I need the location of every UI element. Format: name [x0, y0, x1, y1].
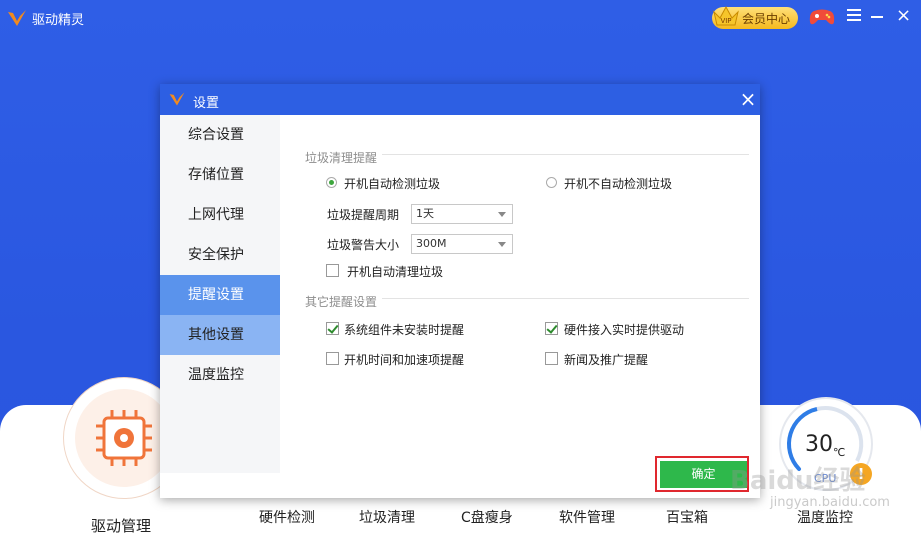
section-divider — [382, 154, 749, 155]
sidebar-item-storage[interactable]: 存储位置 — [160, 155, 280, 195]
nav-c-drive-slim[interactable]: C盘瘦身 — [461, 507, 513, 527]
checkbox-boot-time-label[interactable]: 开机时间和加速项提醒 — [344, 351, 464, 368]
period-select-value: 1天 — [416, 207, 434, 220]
sidebar-item-security[interactable]: 安全保护 — [160, 235, 280, 275]
radio-no-auto-detect[interactable] — [546, 177, 557, 188]
checkbox-auto-clean-label[interactable]: 开机自动清理垃圾 — [347, 263, 443, 280]
junk-section-title: 垃圾清理提醒 — [305, 151, 378, 165]
nav-driver-manage[interactable]: 驱动管理 — [91, 515, 151, 536]
chevron-down-icon — [498, 212, 506, 217]
watermark: Baidu经验 — [730, 466, 866, 496]
dialog-title: 设置 — [193, 96, 220, 111]
checkbox-hardware-driver-label[interactable]: 硬件接入实时提供驱动 — [564, 321, 684, 338]
radio-auto-detect[interactable] — [326, 177, 337, 188]
dialog-close-icon[interactable]: × — [739, 89, 757, 109]
settings-sidebar: 综合设置 存储位置 上网代理 安全保护 提醒设置 其他设置 温度监控 — [160, 115, 280, 473]
vip-badge-text: VIP — [720, 17, 731, 25]
radio-no-auto-detect-label[interactable]: 开机不自动检测垃圾 — [564, 175, 672, 192]
sidebar-item-proxy[interactable]: 上网代理 — [160, 195, 280, 235]
period-label: 垃圾提醒周期 — [327, 208, 400, 222]
checkbox-news-promo[interactable] — [545, 352, 558, 365]
size-label: 垃圾警告大小 — [327, 238, 400, 252]
sidebar-item-reminder[interactable]: 提醒设置 — [160, 275, 280, 315]
radio-auto-detect-label[interactable]: 开机自动检测垃圾 — [344, 175, 440, 192]
chip-gear-icon — [96, 410, 152, 466]
nav-temp-monitor[interactable]: 温度监控 — [797, 507, 853, 527]
dialog-logo-icon — [169, 92, 185, 106]
minimize-icon[interactable] — [871, 16, 883, 18]
size-select-value: 300M — [416, 237, 447, 250]
chevron-down-icon — [498, 242, 506, 247]
settings-dialog: 设置 × 综合设置 存储位置 上网代理 安全保护 提醒设置 其他设置 温度监控 … — [160, 84, 760, 498]
app-logo-icon — [8, 10, 26, 26]
section-divider — [382, 298, 749, 299]
nav-toolbox[interactable]: 百宝箱 — [666, 507, 708, 527]
vip-center-label: 会员中心 — [742, 11, 791, 26]
other-section-title: 其它提醒设置 — [305, 295, 378, 309]
temp-unit: ℃ — [833, 446, 846, 459]
temp-value: 30 — [805, 432, 833, 457]
checkbox-component-reminder[interactable] — [326, 322, 339, 335]
gamepad-icon[interactable] — [809, 7, 835, 27]
vip-crown-icon: VIP — [713, 5, 739, 26]
checkbox-auto-clean[interactable] — [326, 264, 339, 277]
period-select[interactable]: 1天 — [411, 204, 513, 224]
app-title: 驱动精灵 — [32, 13, 85, 28]
close-window-icon[interactable]: × — [896, 7, 911, 25]
sidebar-item-temp[interactable]: 温度监控 — [160, 355, 280, 395]
size-select[interactable]: 300M — [411, 234, 513, 254]
checkbox-component-reminder-label[interactable]: 系统组件未安装时提醒 — [344, 321, 464, 338]
nav-hardware-check[interactable]: 硬件检测 — [259, 507, 315, 527]
menu-icon[interactable] — [847, 9, 861, 21]
watermark-sub: jingyan.baidu.com — [770, 495, 890, 510]
dialog-header — [160, 84, 760, 115]
checkbox-hardware-driver[interactable] — [545, 322, 558, 335]
sidebar-item-other[interactable]: 其他设置 — [160, 315, 280, 355]
checkbox-news-promo-label[interactable]: 新闻及推广提醒 — [564, 351, 648, 368]
checkbox-boot-time[interactable] — [326, 352, 339, 365]
nav-software-manage[interactable]: 软件管理 — [559, 507, 615, 527]
sidebar-item-general[interactable]: 综合设置 — [160, 115, 280, 155]
nav-junk-clean[interactable]: 垃圾清理 — [359, 507, 415, 527]
